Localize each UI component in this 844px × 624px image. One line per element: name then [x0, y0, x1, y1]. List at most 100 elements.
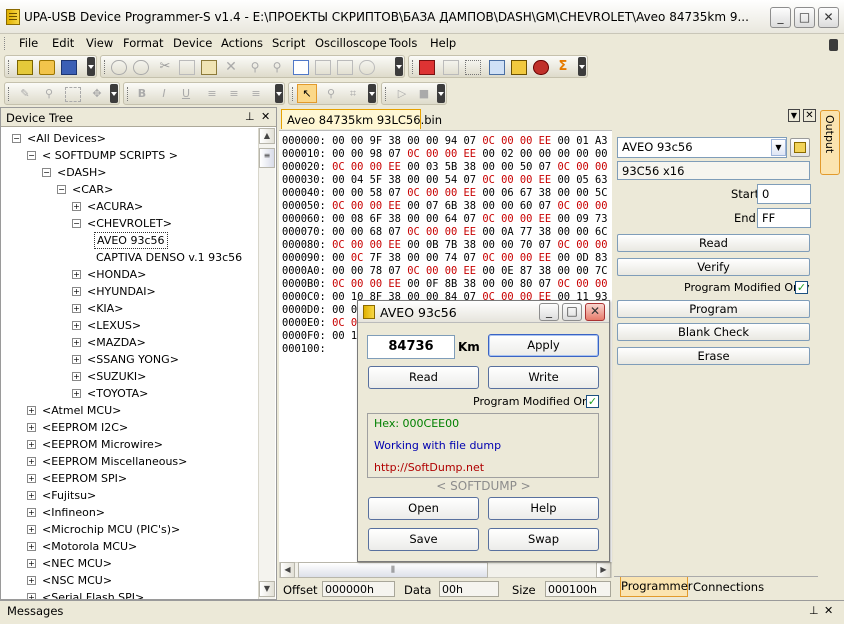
stop-icon[interactable]: ■: [416, 87, 432, 102]
hex-byte[interactable]: 00: [501, 200, 514, 212]
hex-byte[interactable]: 00: [576, 187, 589, 199]
pointer-icon[interactable]: ↖: [297, 84, 317, 103]
hex-byte[interactable]: 00: [557, 174, 570, 186]
hex-byte[interactable]: 5F: [370, 174, 383, 186]
maximize-button[interactable]: □: [794, 7, 815, 28]
hex-byte[interactable]: 00: [576, 148, 589, 160]
paste-icon[interactable]: [201, 60, 217, 75]
tree-node[interactable]: + <KIA>: [1, 300, 258, 317]
hex-byte[interactable]: 0C: [482, 174, 495, 186]
expand-icon[interactable]: +: [27, 525, 36, 534]
hex-byte[interactable]: 00: [482, 187, 495, 199]
tree-node[interactable]: − <CHEVROLET>: [1, 215, 258, 232]
tree-node[interactable]: − <CAR>: [1, 181, 258, 198]
align-left-icon[interactable]: ≡: [204, 87, 220, 102]
hex-byte[interactable]: 0C: [557, 200, 570, 212]
dialog-help-button[interactable]: Help: [488, 497, 599, 520]
expand-icon[interactable]: +: [72, 202, 81, 211]
hex-byte[interactable]: 0C: [351, 252, 364, 264]
delete-icon[interactable]: ✕: [223, 60, 239, 75]
hex-byte[interactable]: 00: [351, 278, 364, 290]
swap-bytes-icon[interactable]: [359, 60, 375, 75]
messages-close-icon[interactable]: ✕: [824, 604, 833, 617]
select-all-icon[interactable]: [293, 60, 309, 75]
hex-byte[interactable]: 00: [595, 161, 608, 173]
hex-byte[interactable]: 67: [520, 187, 533, 199]
hex-byte[interactable]: 05: [576, 174, 589, 186]
hex-hscrollbar[interactable]: ◀ ⫼ ▶: [279, 562, 612, 578]
hex-byte[interactable]: 98: [370, 148, 383, 160]
hex-byte[interactable]: EE: [388, 278, 401, 290]
hex-byte[interactable]: 00: [407, 200, 420, 212]
hex-byte[interactable]: 00: [576, 265, 589, 277]
italic-icon[interactable]: I: [156, 87, 172, 102]
hex-row[interactable]: 000010: 00 00 98 07 0C 00 00 EE 00 02 00…: [282, 148, 612, 161]
hex-byte[interactable]: 00: [520, 135, 533, 147]
hex-byte[interactable]: 00: [501, 252, 514, 264]
tree-node[interactable]: + <Atmel MCU>: [1, 402, 258, 419]
hex-byte[interactable]: 00: [557, 226, 570, 238]
modified-only-checkbox[interactable]: ✓: [795, 281, 808, 294]
hex-byte[interactable]: 00: [482, 278, 495, 290]
hex-byte[interactable]: 0C: [407, 187, 420, 199]
hex-byte[interactable]: 00: [351, 148, 364, 160]
hex-byte[interactable]: 38: [388, 174, 401, 186]
device-info-button[interactable]: [790, 138, 810, 157]
expand-icon[interactable]: +: [27, 491, 36, 500]
hex-byte[interactable]: 0C: [332, 317, 345, 329]
expand-icon[interactable]: +: [27, 406, 36, 415]
hex-byte[interactable]: 00: [351, 226, 364, 238]
notes-icon[interactable]: [489, 60, 505, 75]
hex-byte[interactable]: 94: [445, 135, 458, 147]
hex-byte[interactable]: 80: [520, 278, 533, 290]
menu-help[interactable]: Help: [430, 36, 456, 50]
dialog-maximize-button[interactable]: □: [562, 303, 582, 321]
hex-byte[interactable]: 00: [445, 226, 458, 238]
hex-byte[interactable]: 07: [464, 174, 477, 186]
hex-byte[interactable]: 00: [557, 148, 570, 160]
redo-icon[interactable]: [133, 60, 149, 75]
compare-icon[interactable]: [337, 60, 353, 75]
collapse-icon[interactable]: −: [12, 134, 21, 143]
hex-byte[interactable]: 83: [595, 252, 608, 264]
hex-byte[interactable]: 00: [426, 148, 439, 160]
hex-byte[interactable]: 00: [332, 304, 345, 316]
hex-byte[interactable]: 00: [576, 200, 589, 212]
find-icon[interactable]: ⚲: [247, 60, 263, 75]
hex-byte[interactable]: EE: [464, 187, 477, 199]
hex-byte[interactable]: EE: [539, 135, 552, 147]
hex-byte[interactable]: 00: [482, 239, 495, 251]
scroll-thumb[interactable]: ≡: [259, 148, 275, 168]
hex-byte[interactable]: 8B: [445, 278, 458, 290]
hex-byte[interactable]: 00: [482, 265, 495, 277]
hex-byte[interactable]: 64: [445, 213, 458, 225]
hex-byte[interactable]: 0C: [482, 252, 495, 264]
menu-script[interactable]: Script: [272, 36, 305, 50]
pin-icon[interactable]: ⊥: [245, 110, 255, 123]
hex-byte[interactable]: 7F: [370, 252, 383, 264]
hex-byte[interactable]: EE: [539, 174, 552, 186]
hex-byte[interactable]: 07: [464, 213, 477, 225]
file-tab[interactable]: Aveo 84735km 93LC56.bin: [281, 109, 442, 129]
end-field[interactable]: FF: [757, 208, 811, 228]
hex-byte[interactable]: 07: [539, 278, 552, 290]
hex-byte[interactable]: 00: [557, 252, 570, 264]
expand-icon[interactable]: +: [72, 270, 81, 279]
hex-byte[interactable]: 38: [388, 213, 401, 225]
hex-byte[interactable]: 00: [426, 187, 439, 199]
replace-icon[interactable]: ⚲: [269, 60, 285, 75]
hex-byte[interactable]: 58: [370, 187, 383, 199]
hex-byte[interactable]: 6B: [445, 200, 458, 212]
collapse-icon[interactable]: −: [27, 151, 36, 160]
hex-row[interactable]: 000070: 00 00 68 07 0C 00 00 EE 00 0A 77…: [282, 226, 612, 239]
tree-node[interactable]: − <DASH>: [1, 164, 258, 181]
hex-byte[interactable]: 07: [539, 161, 552, 173]
tree-node[interactable]: − <All Devices>: [1, 130, 258, 147]
hex-byte[interactable]: 60: [520, 200, 533, 212]
menu-view[interactable]: View: [86, 36, 113, 50]
hex-byte[interactable]: 0C: [482, 135, 495, 147]
menu-edit[interactable]: Edit: [52, 36, 74, 50]
chip-icon[interactable]: [419, 60, 435, 75]
scroll-left-icon[interactable]: ◀: [280, 562, 295, 578]
hex-byte[interactable]: 0B: [426, 239, 439, 251]
